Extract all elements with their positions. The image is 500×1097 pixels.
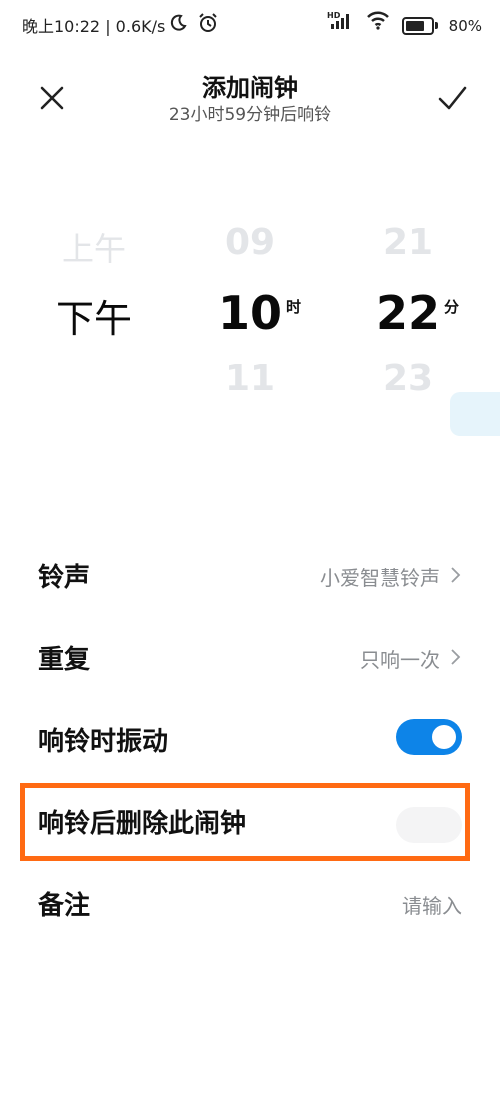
page-subtitle: 23小时59分钟后响铃 <box>168 105 332 125</box>
highlight-box <box>20 783 470 861</box>
header: 添加闹钟 23小时59分钟后响铃 <box>0 60 500 140</box>
hour-wheel[interactable]: 09 10 11 时 <box>170 200 330 420</box>
repeat-label: 重复 <box>38 645 91 675</box>
toggle-knob <box>432 725 456 749</box>
time-picker: 上午 下午 09 10 11 时 21 22 23 分 <box>0 200 500 440</box>
status-time-speed: 晚上10:22 | 0.6K/s <box>22 17 166 36</box>
floating-side-tab[interactable] <box>450 392 500 436</box>
wifi-icon <box>367 11 390 30</box>
page-title: 添加闹钟 <box>202 74 298 102</box>
minute-prev[interactable]: 21 <box>328 222 488 263</box>
ampm-current[interactable]: 下午 <box>14 288 174 343</box>
repeat-row[interactable]: 重复 只响一次 <box>0 617 500 699</box>
minute-wheel[interactable]: 21 22 23 分 <box>328 200 488 420</box>
ampm-prev[interactable]: 上午 <box>14 224 174 270</box>
ampm-wheel[interactable]: 上午 下午 <box>14 200 174 420</box>
moon-icon <box>170 14 187 31</box>
chevron-right-icon <box>451 649 461 665</box>
battery-percent: 80% <box>448 16 482 35</box>
note-input[interactable]: 请输入 <box>402 890 462 919</box>
settings-list: 铃声 小爱智慧铃声 重复 只响一次 响铃时振动 响铃后删除此闹钟 备注 请输入 <box>0 535 500 945</box>
ringtone-row[interactable]: 铃声 小爱智慧铃声 <box>0 535 500 617</box>
hd-signal-icon: HD <box>327 11 350 29</box>
ringtone-value: 小爱智慧铃声 <box>320 566 440 590</box>
vibrate-toggle[interactable] <box>396 719 462 755</box>
hour-current[interactable]: 10 <box>170 286 330 340</box>
hour-prev[interactable]: 09 <box>170 222 330 263</box>
minute-current[interactable]: 22 <box>328 286 488 340</box>
status-right-icons: HD 80% <box>327 10 482 36</box>
alarm-clock-icon <box>199 13 217 32</box>
vibrate-label: 响铃时振动 <box>38 727 169 757</box>
vibrate-row: 响铃时振动 <box>0 699 500 781</box>
check-icon[interactable] <box>432 78 472 118</box>
status-left-icons <box>168 12 219 34</box>
battery-icon <box>401 16 434 35</box>
hour-unit: 时 <box>286 298 302 316</box>
note-label: 备注 <box>38 891 91 921</box>
note-row[interactable]: 备注 请输入 <box>0 863 500 945</box>
svg-text:HD: HD <box>327 11 341 20</box>
minute-unit: 分 <box>444 298 460 316</box>
hour-next[interactable]: 11 <box>170 358 330 399</box>
repeat-value: 只响一次 <box>360 648 440 672</box>
ringtone-label: 铃声 <box>38 563 91 593</box>
chevron-right-icon <box>451 567 461 583</box>
status-bar: 晚上10:22 | 0.6K/s HD 80% <box>0 0 500 48</box>
